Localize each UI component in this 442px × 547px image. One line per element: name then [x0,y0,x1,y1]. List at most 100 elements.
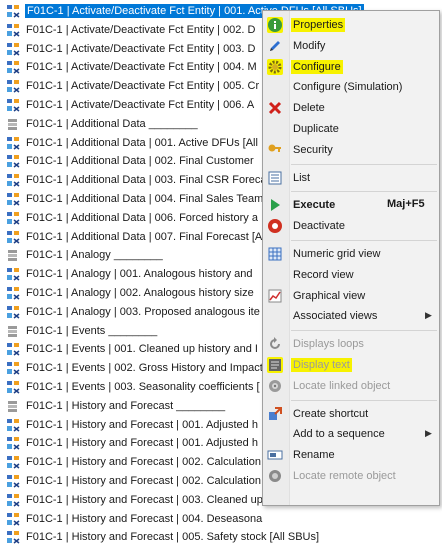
tree-row-label: F01C-1 | History and Forecast ________ [26,399,226,412]
menu-item-label: Locate remote object [293,470,396,482]
scenario-icon [6,342,20,356]
menu-item-create-shortcut[interactable]: Create shortcut [263,404,439,424]
tree-row-label: F01C-1 | History and Forecast | 004. Des… [26,512,263,525]
tree-row-label: F01C-1 | Additional Data | 002. Final Cu… [26,155,254,168]
stop-icon [267,218,283,234]
submenu-arrow-icon: ▶ [425,310,432,321]
menu-item-label: Security [293,143,333,156]
menu-separator [291,330,437,332]
tree-row-label: F01C-1 | History and Forecast | 005. Saf… [26,531,320,544]
tree-row-label: F01C-1 | Additional Data | 007. Final Fo… [26,230,263,243]
tree-row-label: F01C-1 | History and Forecast | 001. Adj… [26,437,258,450]
menu-item-label: Locate linked object [293,379,391,392]
menu-separator [291,163,437,165]
tree-row-label: F01C-1 | Additional Data | 003. Final CS… [26,174,267,187]
tree-row-label: F01C-1 | History and Forecast | 001. Adj… [26,418,258,431]
empty-icon-slot [267,426,283,442]
scenario-icon [6,530,20,544]
menu-item-numeric-grid-view[interactable]: Numeric grid view [263,244,439,264]
tree-row-label: F01C-1 | Activate/Deactivate Fct Entity … [26,42,256,55]
scenario-icon [6,42,20,56]
menu-item-add-to-a-sequence[interactable]: Add to a sequence ▶ [263,424,439,444]
gear-icon [267,58,283,75]
tree-row-label: F01C-1 | Additional Data | 001. Active D… [26,136,258,149]
play-icon [267,197,283,213]
target-icon [267,378,283,394]
empty-icon-slot [267,308,283,324]
menu-item-deactivate[interactable]: Deactivate [263,216,439,236]
tree-row-label: F01C-1 | Activate/Deactivate Fct Entity … [26,61,257,74]
scenario-icon [6,267,20,281]
menu-item-configure-simulation[interactable]: Configure (Simulation) [263,77,439,97]
scenario-icon [6,211,20,225]
scenario-icon [6,455,20,469]
menu-item-graphical-view[interactable]: Graphical view [263,286,439,306]
menu-item-label: Associated views [293,310,378,323]
folder-group-icon [6,117,20,131]
menu-item-label: Duplicate [293,123,339,135]
context-menu: Properties Modify Configure Configure (Simu… [262,10,440,506]
menu-item-locate-remote-object[interactable]: Locate remote object [263,466,439,486]
menu-item-label: Modify [293,39,326,52]
tree-row-label: F01C-1 | Analogy | 001. Analogous histor… [26,268,253,281]
shortcut-icon [267,406,283,422]
tree-row-label: F01C-1 | History and Forecast | 002. Cal… [26,456,261,469]
menu-item-rename[interactable]: Rename [263,445,439,465]
menu-item-displays-loops[interactable]: Displays loops [263,334,439,354]
delete-x-icon [267,100,283,116]
tree-row[interactable]: F01C-1 | History and Forecast | 004. Des… [0,510,442,528]
menu-item-execute[interactable]: Execute Maj+F5 [263,195,439,215]
menu-item-configure[interactable]: Configure [263,57,439,77]
menu-item-duplicate[interactable]: Duplicate [263,119,439,139]
menu-separator [291,240,437,241]
menu-item-shortcut: Maj+F5 [387,198,425,211]
folder-group-icon [6,324,20,338]
menu-item-label: Add to a sequence [293,428,385,441]
menu-item-label: Configure (Simulation) [293,81,403,94]
tree-row-label: F01C-1 | Events | 003. Seasonality coeff… [26,381,260,393]
menu-item-display-text[interactable]: Display text [263,355,439,375]
empty-icon-slot [267,79,283,95]
menu-item-label: Deactivate [293,220,345,233]
scenario-icon [6,305,20,319]
scenario-icon [6,60,20,74]
menu-item-label: List [293,171,311,184]
tree-row[interactable]: F01C-1 | History and Forecast | 005. Saf… [0,528,442,546]
tree-row-label: F01C-1 | Additional Data | 004. Final Sa… [26,193,264,205]
menu-item-label: Create shortcut [293,407,369,420]
scenario-icon [6,418,20,432]
tree-row-label: F01C-1 | Analogy ________ [26,249,163,262]
menu-item-label: Configure [291,59,343,74]
info-icon [267,17,283,33]
menu-item-associated-views[interactable]: Associated views ▶ [263,306,439,326]
menu-item-security[interactable]: Security [263,140,439,160]
menu-item-label: Execute [293,199,336,212]
scenario-icon [6,380,20,394]
loop-icon [267,336,283,352]
list-icon [267,170,283,186]
scenario-icon [6,361,20,375]
tree-row-label: F01C-1 | Additional Data ________ [26,117,198,130]
menu-item-label: Properties [291,18,346,32]
menu-item-delete[interactable]: Delete [263,98,439,118]
menu-item-locate-linked-object[interactable]: Locate linked object [263,376,439,396]
scenario-icon [6,98,20,112]
menu-item-label: Rename [293,449,335,462]
empty-icon-slot [267,267,283,283]
menu-item-record-view[interactable]: Record view [263,265,439,285]
submenu-arrow-icon: ▶ [425,428,432,439]
pencil-icon [267,38,283,54]
empty-icon-slot [267,121,283,137]
menu-separator [291,399,437,401]
menu-item-label: Displays loops [293,338,364,351]
scenario-icon [6,4,20,18]
tree-row-label: F01C-1 | Activate/Deactivate Fct Entity … [26,80,260,93]
menu-separator [291,191,437,193]
tree-row-label: F01C-1 | Additional Data | 006. Forced h… [26,211,258,224]
folder-group-icon [6,399,20,413]
menu-item-label: Delete [293,102,325,115]
menu-item-modify[interactable]: Modify [263,36,439,56]
menu-item-list[interactable]: List [263,168,439,188]
key-icon [267,142,283,158]
menu-item-properties[interactable]: Properties [263,15,439,35]
